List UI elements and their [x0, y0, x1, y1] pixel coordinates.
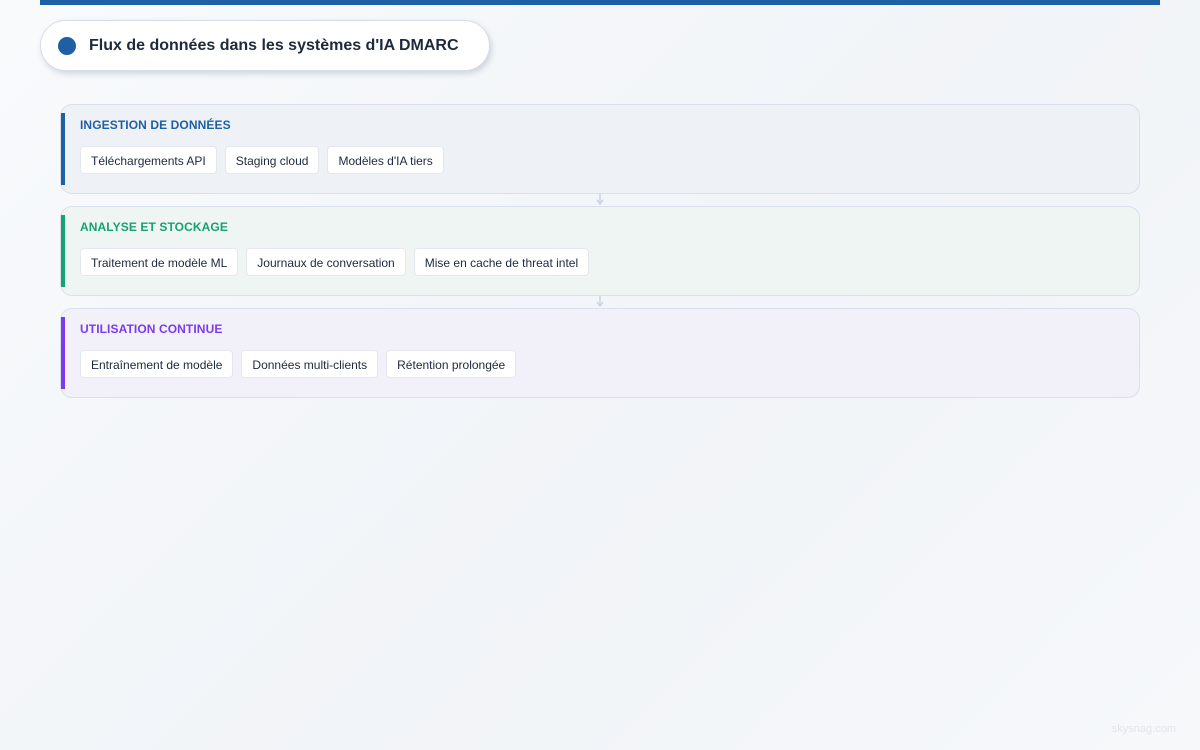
stage-items: Entraînement de modèle Données multi-cli… [80, 350, 1139, 378]
stage-ingestion: Ingestion de données Téléchargements API… [60, 104, 1140, 194]
stage-item: Mise en cache de threat intel [413, 248, 590, 276]
stage-item: Journaux de conversation [246, 248, 406, 276]
stage-title: Analyse et stockage [80, 220, 228, 234]
diagram-title: Flux de données dans les systèmes d'IA D… [89, 36, 459, 54]
arrow-down-icon [596, 296, 604, 308]
arrow-down-icon [596, 194, 604, 206]
title-dot-icon [58, 36, 76, 55]
stage-item: Rétention prolongée [386, 350, 517, 378]
stage-usage: Utilisation continue Entraînement de mod… [60, 308, 1140, 398]
stage-item: Modèles d'IA tiers [327, 146, 444, 174]
stage-items: Téléchargements API Staging cloud Modèle… [80, 146, 1139, 174]
stage-item: Traitement de modèle ML [80, 248, 239, 276]
stage-title: Utilisation continue [80, 322, 223, 336]
stage-items: Traitement de modèle ML Journaux de conv… [80, 248, 1139, 276]
diagram-title-card: Flux de données dans les systèmes d'IA D… [40, 20, 490, 71]
stage-analysis: Analyse et stockage Traitement de modèle… [60, 206, 1140, 296]
stage-item: Téléchargements API [80, 146, 217, 174]
stage-title: Ingestion de données [80, 118, 231, 132]
stage-item: Staging cloud [224, 146, 320, 174]
watermark: skysnag.com [1111, 723, 1176, 735]
stage-item: Entraînement de modèle [80, 350, 234, 378]
top-accent-bar [40, 0, 1160, 5]
stage-item: Données multi-clients [241, 350, 379, 378]
